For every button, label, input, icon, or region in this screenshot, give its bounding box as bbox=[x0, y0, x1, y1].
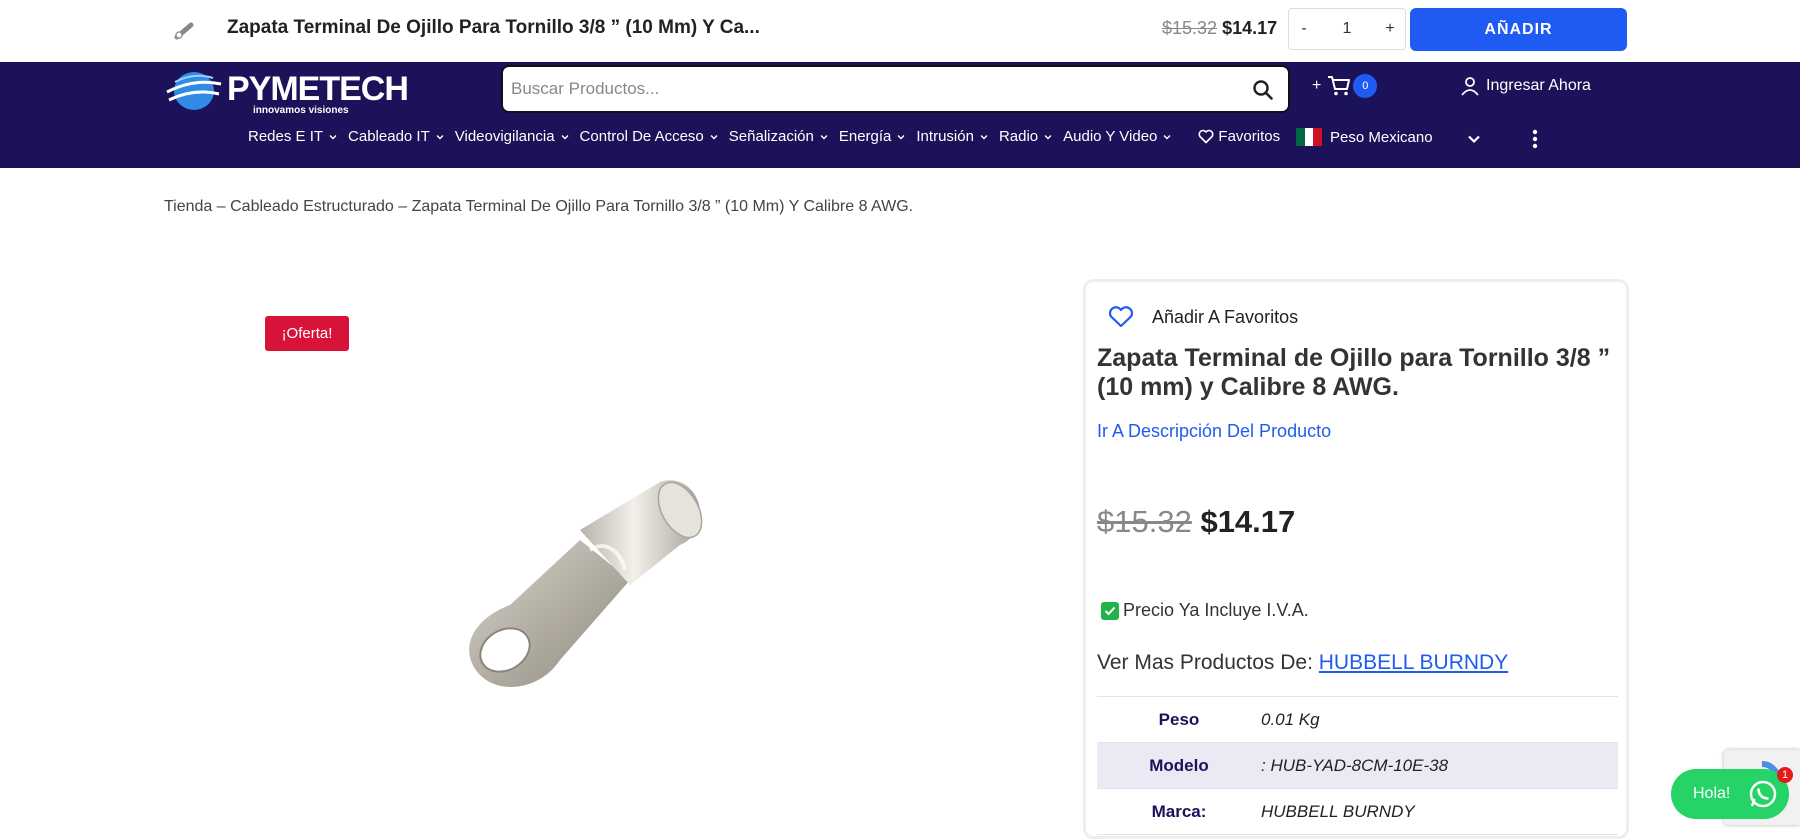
nav-label: Redes E IT bbox=[248, 128, 324, 145]
chevron-down-icon bbox=[1163, 134, 1171, 139]
cart-plus: + bbox=[1312, 77, 1322, 94]
search-icon[interactable] bbox=[1252, 79, 1274, 101]
mexico-flag-icon bbox=[1296, 128, 1323, 146]
spec-label: Modelo bbox=[1149, 755, 1209, 775]
description-link[interactable]: Ir A Descripción Del Producto bbox=[1097, 421, 1331, 442]
qty-input[interactable]: 1 bbox=[1319, 20, 1375, 38]
nav-item-control-acceso[interactable]: Control De Acceso bbox=[580, 128, 719, 145]
sticky-price-new: $14.17 bbox=[1222, 18, 1278, 38]
breadcrumb-current: Zapata Terminal De Ojillo Para Tornillo … bbox=[411, 198, 914, 215]
qty-minus-button[interactable]: - bbox=[1289, 20, 1319, 38]
whatsapp-chat-button[interactable]: Hola! 1 bbox=[1671, 767, 1793, 819]
login-label: Ingresar Ahora bbox=[1486, 77, 1591, 94]
nav-item-radio[interactable]: Radio bbox=[999, 128, 1053, 145]
breadcrumb-home[interactable]: Tienda bbox=[164, 198, 212, 215]
nav-label: Videovigilancia bbox=[454, 128, 555, 145]
chevron-down-icon bbox=[710, 134, 718, 139]
nav-favorites-link[interactable]: Favoritos bbox=[1198, 128, 1280, 145]
logo-text: PYMETECH bbox=[227, 70, 409, 108]
iva-note: Precio Ya Incluye I.V.A. bbox=[1101, 600, 1309, 621]
nav-label: Radio bbox=[998, 128, 1039, 145]
nav-label: Señalización bbox=[728, 128, 814, 145]
cart-count-badge: 0 bbox=[1353, 74, 1378, 98]
login-link[interactable]: Ingresar Ahora bbox=[1460, 76, 1591, 96]
chevron-down-icon bbox=[820, 134, 828, 139]
cart-button[interactable]: + 0 bbox=[1312, 74, 1378, 98]
spec-value: HUBBELL BURNDY bbox=[1261, 801, 1415, 821]
chevron-down-icon bbox=[436, 134, 444, 139]
add-to-favorites-button[interactable]: Añadir A Favoritos bbox=[1108, 306, 1298, 328]
price-new: $14.17 bbox=[1200, 504, 1296, 539]
heart-icon bbox=[1198, 129, 1214, 144]
iva-note-text: Precio Ya Incluye I.V.A. bbox=[1123, 600, 1309, 620]
breadcrumb: Tienda – Cableado Estructurado – Zapata … bbox=[164, 198, 913, 216]
spec-value: 0.01 Kg bbox=[1261, 709, 1320, 729]
currency-label: Peso Mexicano bbox=[1330, 128, 1433, 146]
favorites-label: Favoritos bbox=[1218, 128, 1281, 145]
product-summary-card: Añadir A Favoritos Zapata Terminal de Oj… bbox=[1083, 279, 1629, 839]
quantity-stepper: - 1 + bbox=[1288, 8, 1406, 50]
spec-value: : HUB-YAD-8CM-10E-38 bbox=[1261, 755, 1449, 775]
more-menu-icon[interactable] bbox=[1530, 128, 1540, 150]
qty-plus-button[interactable]: + bbox=[1375, 20, 1405, 38]
nav-label: Control De Acceso bbox=[579, 128, 704, 145]
site-header: PYMETECH innovamos visiones + 0 Ingresar… bbox=[0, 62, 1800, 168]
add-to-favorites-label: Añadir A Favoritos bbox=[1152, 306, 1299, 327]
more-by-label: Ver Mas Productos De: bbox=[1097, 651, 1319, 674]
user-icon bbox=[1461, 77, 1479, 96]
search-input[interactable] bbox=[511, 67, 1231, 111]
nav-label: Audio Y Video bbox=[1063, 128, 1158, 145]
brand-link[interactable]: HUBBELL BURNDY bbox=[1319, 651, 1508, 674]
nav-label: Energía bbox=[838, 128, 892, 145]
more-by-brand: Ver Mas Productos De: HUBBELL BURNDY bbox=[1097, 651, 1508, 675]
spec-label: Peso bbox=[1158, 709, 1200, 729]
search-box bbox=[501, 65, 1290, 113]
logo-tagline: innovamos visiones bbox=[253, 105, 349, 116]
table-row: Peso 0.01 Kg bbox=[1097, 697, 1618, 743]
product-title: Zapata Terminal de Ojillo para Tornillo … bbox=[1097, 344, 1611, 401]
product-thumbnail-icon bbox=[174, 22, 194, 40]
whatsapp-icon bbox=[1749, 780, 1777, 808]
breadcrumb-separator: – bbox=[212, 198, 231, 215]
chevron-down-icon bbox=[980, 134, 988, 139]
nav-item-audio-video[interactable]: Audio Y Video bbox=[1063, 128, 1172, 145]
sticky-product-bar: Zapata Terminal De Ojillo Para Tornillo … bbox=[0, 0, 1800, 62]
breadcrumb-category[interactable]: Cableado Estructurado bbox=[230, 198, 394, 215]
nav-item-cableado[interactable]: Cableado IT bbox=[348, 128, 445, 145]
sticky-price: $15.32 $14.17 bbox=[1162, 18, 1277, 39]
chevron-down-icon[interactable] bbox=[1466, 131, 1482, 147]
product-price: $15.32 $14.17 bbox=[1097, 504, 1295, 540]
logo-globe-icon bbox=[166, 72, 222, 110]
nav-item-energia[interactable]: Energía bbox=[839, 128, 907, 145]
sale-badge: ¡Oferta! bbox=[265, 316, 349, 351]
nav-label: Intrusión bbox=[916, 128, 974, 145]
price-old: $15.32 bbox=[1097, 504, 1192, 539]
chevron-down-icon bbox=[897, 134, 905, 139]
spec-table: Peso 0.01 Kg Modelo : HUB-YAD-8CM-10E-38… bbox=[1097, 696, 1618, 835]
breadcrumb-separator: – bbox=[393, 198, 412, 215]
currency-selector[interactable]: Peso Mexicano bbox=[1296, 128, 1433, 146]
chevron-down-icon bbox=[1044, 134, 1052, 139]
whatsapp-label: Hola! bbox=[1693, 785, 1731, 802]
spec-label: Marca: bbox=[1151, 801, 1207, 821]
nav-item-videovigilancia[interactable]: Videovigilancia bbox=[455, 128, 570, 145]
sticky-product-title: Zapata Terminal De Ojillo Para Tornillo … bbox=[227, 17, 760, 38]
heart-icon bbox=[1108, 306, 1134, 328]
sticky-price-old: $15.32 bbox=[1162, 18, 1218, 38]
nav-item-senalizacion[interactable]: Señalización bbox=[729, 128, 829, 145]
chevron-down-icon bbox=[329, 134, 337, 139]
nav-item-intrusion[interactable]: Intrusión bbox=[916, 128, 989, 145]
table-row: Marca: HUBBELL BURNDY bbox=[1097, 789, 1618, 835]
nav-label: Cableado IT bbox=[348, 128, 430, 145]
cart-icon bbox=[1328, 76, 1351, 96]
chevron-down-icon bbox=[561, 134, 569, 139]
add-to-cart-button[interactable]: AÑADIR bbox=[1410, 8, 1627, 51]
table-row: Modelo : HUB-YAD-8CM-10E-38 bbox=[1097, 743, 1618, 789]
product-image[interactable] bbox=[430, 470, 720, 730]
main-nav: Redes E IT Cableado IT Videovigilancia C… bbox=[248, 128, 1280, 145]
notification-badge: 1 bbox=[1777, 767, 1793, 783]
checkbox-checked-icon bbox=[1101, 601, 1119, 620]
site-logo[interactable]: PYMETECH innovamos visiones bbox=[165, 68, 409, 116]
nav-item-redes[interactable]: Redes E IT bbox=[248, 128, 338, 145]
